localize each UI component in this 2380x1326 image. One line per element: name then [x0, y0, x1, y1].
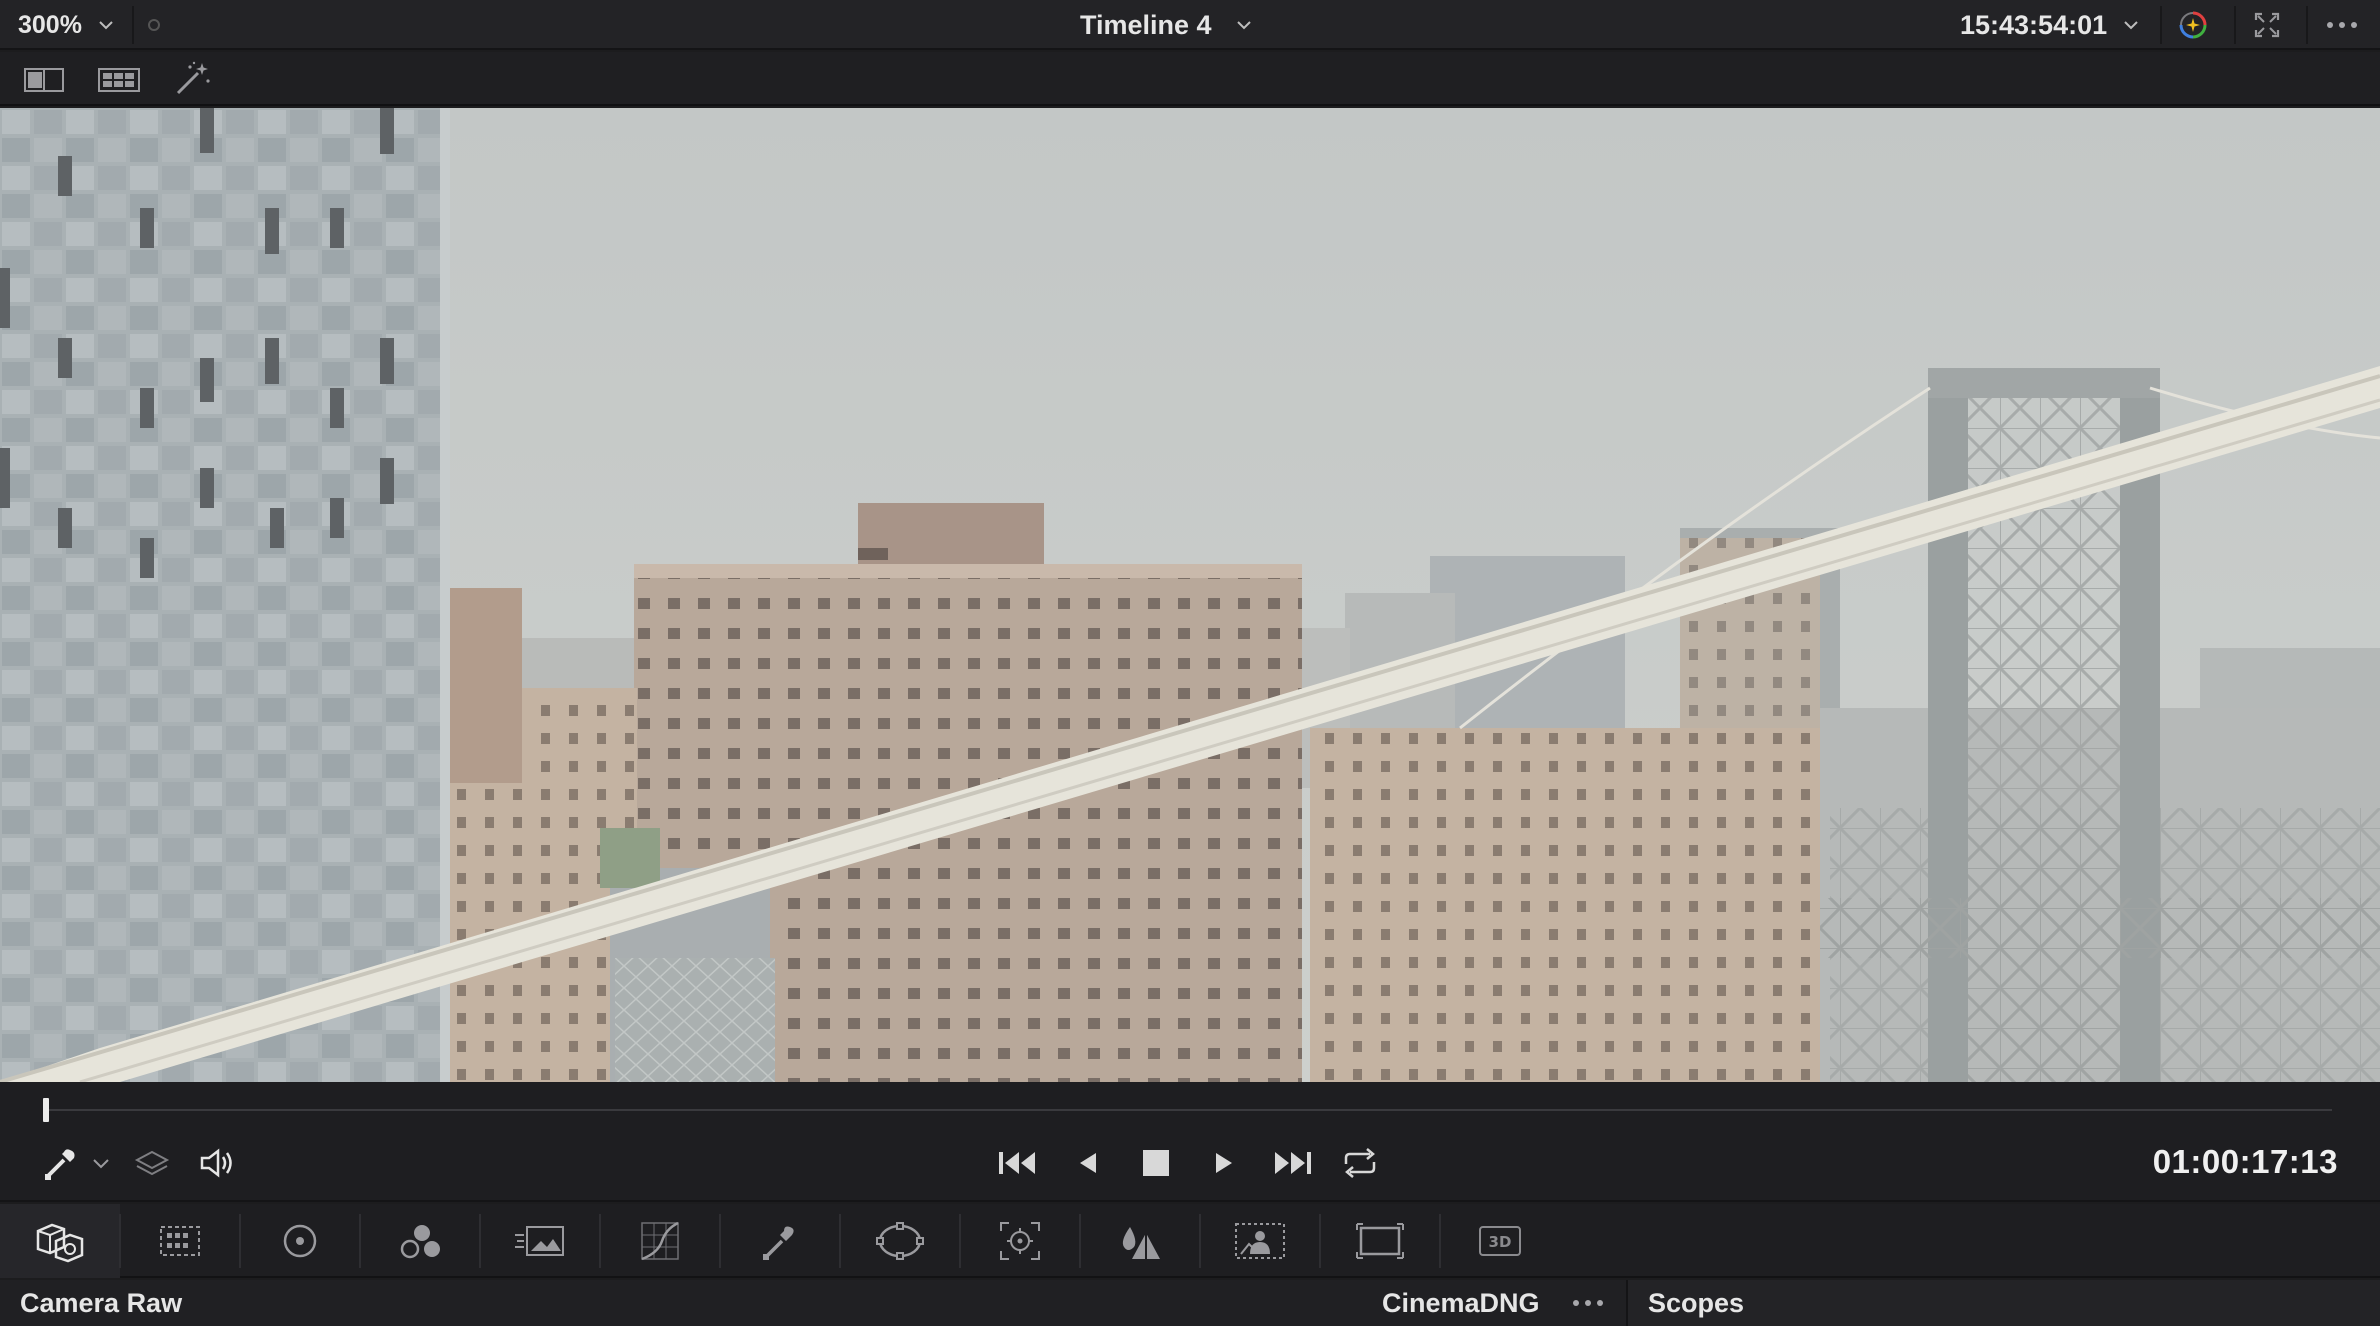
- camera-raw-panel-title: Camera Raw: [20, 1287, 183, 1318]
- key-icon: [1235, 1223, 1285, 1259]
- color-viewer-mode-icon[interactable]: [2176, 8, 2210, 42]
- stop-icon[interactable]: [1140, 1142, 1172, 1184]
- camera-raw-icon: [36, 1223, 84, 1263]
- palette-curves-button[interactable]: [600, 1204, 720, 1278]
- speaker-icon[interactable]: [198, 1142, 238, 1184]
- palette-blur-button[interactable]: [1080, 1204, 1200, 1278]
- palette-rgb-mixer-button[interactable]: [360, 1204, 480, 1278]
- header-divider: [132, 6, 134, 44]
- palette-motion-effects-button[interactable]: [480, 1204, 600, 1278]
- playhead[interactable]: [43, 1098, 49, 1122]
- color-match-icon: [160, 1226, 200, 1256]
- palette-color-match-button[interactable]: [120, 1204, 240, 1278]
- scrub-bar[interactable]: [46, 1109, 2332, 1111]
- motion-effects-icon: [515, 1226, 564, 1256]
- palette-sizing-button[interactable]: [1320, 1204, 1440, 1278]
- power-window-icon: [876, 1222, 924, 1260]
- skip-to-start-icon[interactable]: [996, 1142, 1040, 1184]
- loop-icon[interactable]: [1340, 1142, 1380, 1184]
- chevron-down-icon: [2121, 15, 2141, 35]
- palette-3d-button[interactable]: 3D: [1440, 1204, 1560, 1278]
- record-timecode: 15:43:54:01: [1960, 9, 2108, 40]
- timeline-selector[interactable]: Timeline 4: [1080, 0, 1254, 50]
- viewer-header: 300% Timeline 4 15:43:54:01: [0, 0, 2380, 50]
- palette-tracker-button[interactable]: [960, 1204, 1080, 1278]
- 3d-icon-label: 3D: [1489, 1233, 1512, 1251]
- palette-key-button[interactable]: [1200, 1204, 1320, 1278]
- resolve-color-page: 300% Timeline 4 15:43:54:01 01:00:17:13 …: [0, 0, 2380, 1326]
- palette-qualifier-button[interactable]: [720, 1204, 840, 1278]
- fullscreen-icon[interactable]: [2250, 8, 2284, 42]
- skip-to-end-icon[interactable]: [1270, 1142, 1314, 1184]
- record-timecode-dropdown[interactable]: 15:43:54:01: [1960, 0, 2141, 50]
- palette-color-wheels-button[interactable]: [240, 1204, 360, 1278]
- more-options-icon[interactable]: [2324, 8, 2358, 42]
- viewer-image[interactable]: [0, 108, 2380, 1082]
- qualifier-icon: [763, 1226, 794, 1260]
- header-divider: [2160, 6, 2162, 44]
- chevron-down-icon[interactable]: [90, 1142, 112, 1184]
- color-wheels-icon: [283, 1224, 317, 1258]
- decoder-selector[interactable]: CinemaDNG: [1382, 1280, 1540, 1326]
- zoom-level: 300%: [18, 10, 82, 39]
- unsaved-indicator-icon: [148, 19, 160, 31]
- rgb-mixer-icon: [400, 1225, 440, 1259]
- transport-controls: 01:00:17:13: [0, 1082, 2380, 1202]
- color-palette-toolbar: 3D: [0, 1204, 2380, 1278]
- scopes-panel-header: Scopes: [1626, 1280, 2380, 1326]
- timeline-name: Timeline 4: [1080, 9, 1212, 40]
- blur-icon: [1122, 1227, 1160, 1259]
- chevron-down-icon: [96, 15, 116, 35]
- play-icon[interactable]: [1210, 1142, 1240, 1184]
- current-timecode[interactable]: 01:00:17:13: [2153, 1140, 2338, 1184]
- tracker-icon: [1000, 1222, 1040, 1260]
- panel-header-bar: Camera Raw CinemaDNG Scopes: [0, 1280, 2380, 1326]
- scopes-panel-title: Scopes: [1648, 1287, 1745, 1318]
- 3d-icon: 3D: [1479, 1226, 1521, 1256]
- split-screen-icon[interactable]: [24, 61, 64, 97]
- zoom-dropdown[interactable]: 300%: [0, 0, 130, 50]
- palette-camera-raw-button[interactable]: [0, 1204, 120, 1278]
- chevron-down-icon: [1234, 15, 1254, 35]
- layers-icon[interactable]: [134, 1142, 170, 1184]
- more-options-icon[interactable]: [1568, 1286, 1612, 1320]
- viewer-toolbar: [0, 52, 2380, 106]
- sizing-icon: [1356, 1223, 1404, 1259]
- gallery-grid-icon[interactable]: [98, 61, 140, 97]
- eyedropper-icon[interactable]: [40, 1142, 80, 1184]
- header-divider: [2234, 6, 2236, 44]
- header-divider: [2306, 6, 2308, 44]
- magic-wand-icon[interactable]: [172, 61, 212, 97]
- palette-window-button[interactable]: [840, 1204, 960, 1278]
- curves-icon: [641, 1221, 679, 1261]
- play-reverse-icon[interactable]: [1072, 1142, 1102, 1184]
